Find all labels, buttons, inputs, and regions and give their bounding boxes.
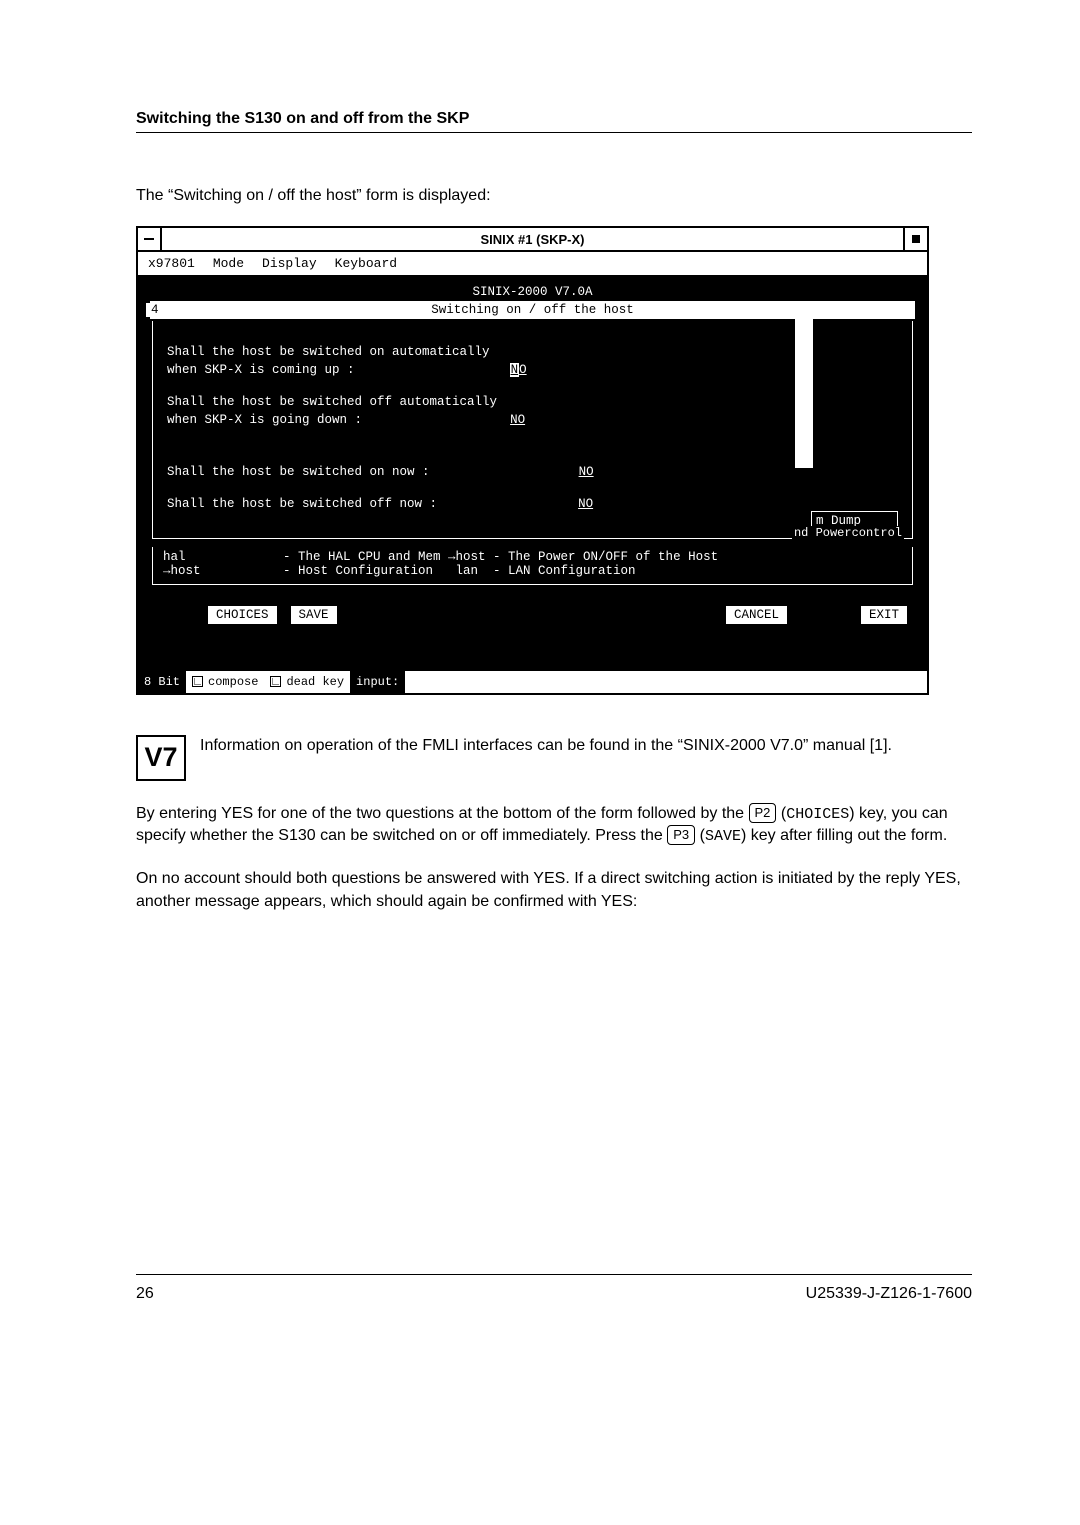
p1-c: ) key after filling out the form. <box>741 827 947 844</box>
menu-mode[interactable]: Mode <box>213 256 244 271</box>
q3-value[interactable]: NO <box>579 465 608 479</box>
terminal-window: SINIX #1 (SKP-X) x97801 Mode Display Key… <box>136 226 929 695</box>
form-number: 4 <box>146 303 164 317</box>
p2-keycap: P2 <box>749 803 777 823</box>
save-button[interactable]: SAVE <box>291 606 337 624</box>
input-label: input: <box>350 671 405 693</box>
cancel-button[interactable]: CANCEL <box>726 606 787 624</box>
checkbox-icon <box>192 676 203 687</box>
checkbox-icon <box>270 676 281 687</box>
v7-badge: V7 <box>136 735 186 781</box>
q4-label: Shall the host be switched off now : <box>167 497 437 511</box>
header-rule <box>136 132 972 133</box>
menu-keyboard[interactable]: Keyboard <box>335 256 397 271</box>
menu-x97801[interactable]: x97801 <box>148 256 195 271</box>
q2-line-b: when SKP-X is going down : NO <box>167 413 898 427</box>
form-title-bar: 4 Switching on / off the host <box>150 301 915 319</box>
hal-box: hal - The HAL CPU and Mem →host - The Po… <box>152 547 913 585</box>
save-mono: SAVE <box>705 828 741 845</box>
q1-line-a: Shall the host be switched on automatica… <box>167 345 898 359</box>
p3-keycap: P3 <box>667 825 695 845</box>
form-title: Switching on / off the host <box>431 303 634 317</box>
hal-l1: hal <box>163 550 283 564</box>
deadkey-toggle[interactable]: dead key <box>264 671 350 693</box>
hal-l2: →host <box>163 564 283 578</box>
compose-toggle[interactable]: compose <box>186 671 264 693</box>
window-title: SINIX #1 (SKP-X) <box>162 228 903 250</box>
form-box: Shall the host be switched on automatica… <box>152 321 913 539</box>
q3-line: Shall the host be switched on now : NO <box>167 465 898 479</box>
menu-display[interactable]: Display <box>262 256 317 271</box>
menubar: x97801 Mode Display Keyboard <box>138 252 927 277</box>
doc-id: U25339-J-Z126-1-7600 <box>806 1285 972 1303</box>
q1-line-b: when SKP-X is coming up : NO <box>167 363 898 377</box>
page-footer: 26 U25339-J-Z126-1-7600 <box>136 1274 972 1303</box>
resize-button[interactable] <box>903 228 927 250</box>
paragraph-2: On no account should both questions be a… <box>136 868 972 913</box>
status-bar: 8 Bit compose dead key input: <box>138 669 927 693</box>
p1-a: By entering YES for one of the two quest… <box>136 805 749 822</box>
button-strip: CHOICES SAVE CANCEL EXIT <box>150 605 915 625</box>
q3-label: Shall the host be switched on now : <box>167 465 430 479</box>
scrollbar-decoration <box>795 318 813 468</box>
section-title: Switching the S130 on and off from the S… <box>136 110 972 128</box>
powercontrol-label: nd Powercontrol <box>792 526 904 540</box>
exit-button[interactable]: EXIT <box>861 606 907 624</box>
choices-button[interactable]: CHOICES <box>208 606 277 624</box>
hal-r1: - The HAL CPU and Mem →host - The Power … <box>283 550 718 564</box>
status-bits: 8 Bit <box>138 671 186 693</box>
hal-r2: - Host Configuration lan - LAN Configura… <box>283 564 636 578</box>
q2-value[interactable]: NO <box>510 413 539 427</box>
intro-text: The “Switching on / off the host” form i… <box>136 185 972 208</box>
deadkey-label: dead key <box>286 675 344 689</box>
sinix-version: SINIX-2000 V7.0A <box>150 285 915 299</box>
q4-line: Shall the host be switched off now : NO <box>167 497 898 511</box>
q1-label: when SKP-X is coming up : <box>167 363 355 377</box>
paragraph-1: By entering YES for one of the two quest… <box>136 803 972 848</box>
titlebar: SINIX #1 (SKP-X) <box>138 228 927 252</box>
compose-label: compose <box>208 675 258 689</box>
q2-line-a: Shall the host be switched off automatic… <box>167 395 898 409</box>
v7-text: Information on operation of the FMLI int… <box>200 735 892 758</box>
status-input[interactable] <box>405 671 927 693</box>
terminal-screen: SINIX-2000 V7.0A 4 Switching on / off th… <box>138 277 927 669</box>
choices-mono: CHOICES <box>786 806 849 823</box>
q4-value[interactable]: NO <box>578 497 607 511</box>
minimize-button[interactable] <box>138 228 162 250</box>
q1-value-cursor[interactable]: N <box>510 363 520 377</box>
q1-value-rest[interactable]: O <box>519 363 541 377</box>
q2-label: when SKP-X is going down : <box>167 413 362 427</box>
page-number: 26 <box>136 1285 154 1303</box>
